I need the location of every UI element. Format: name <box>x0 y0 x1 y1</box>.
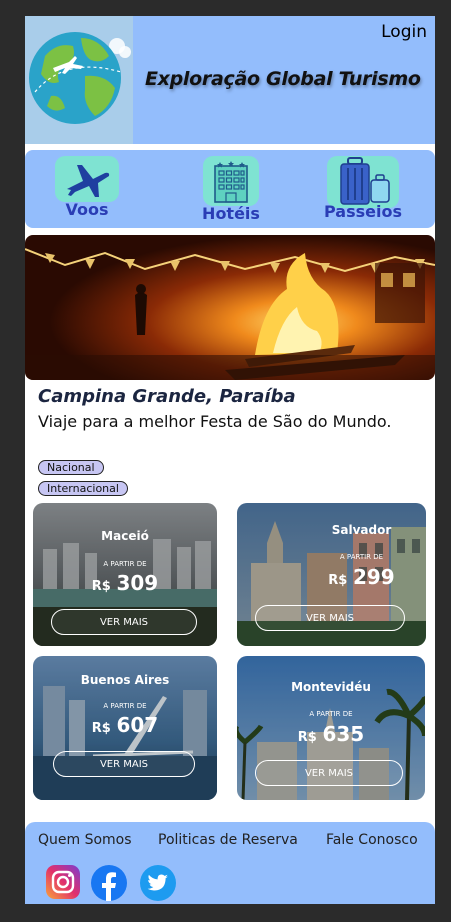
nav-label-voos: Voos <box>65 200 109 219</box>
card-currency-buenos-aires: R$ <box>91 721 111 736</box>
app-screen: Login Exploração Global Turismo Voos Hot… <box>25 16 435 904</box>
ver-mais-button-buenos-aires[interactable]: VER MAIS <box>53 751 195 777</box>
card-city-montevideu: Montevidéu <box>291 680 371 694</box>
card-city-buenos-aires: Buenos Aires <box>80 673 170 687</box>
card-price-montevideu: R$ 635 <box>237 722 425 746</box>
facebook-icon[interactable] <box>90 864 127 901</box>
destination-card-maceio[interactable]: Maceió A PARTIR DE R$ 309 VER MAIS <box>33 503 217 646</box>
category-nav: Voos Hotéis Passeios <box>25 150 435 228</box>
nav-label-hoteis: Hotéis <box>202 204 260 223</box>
nav-item-passeios[interactable]: Passeios <box>318 156 408 221</box>
twitter-icon[interactable] <box>139 864 176 901</box>
ver-mais-button-salvador[interactable]: VER MAIS <box>255 605 405 631</box>
card-city-salvador: Salvador <box>331 523 392 537</box>
card-currency-montevideu: R$ <box>297 730 317 745</box>
airplane-icon <box>55 156 119 202</box>
card-price-salvador: R$ 299 <box>237 565 426 589</box>
card-from-montevideu: A PARTIR DE <box>309 710 353 718</box>
brand-title: Exploração Global Turismo <box>145 68 421 90</box>
card-from-maceio: A PARTIR DE <box>103 560 147 568</box>
card-price-buenos-aires: R$ 607 <box>33 713 217 737</box>
nav-item-voos[interactable]: Voos <box>42 156 132 219</box>
ver-mais-button-montevideu[interactable]: VER MAIS <box>255 760 403 786</box>
card-amount-montevideu: 635 <box>322 722 365 746</box>
hero-subtitle: Viaje para a melhor Festa de São do Mund… <box>38 412 392 431</box>
card-from-salvador: A PARTIR DE <box>339 553 384 561</box>
ver-mais-button-maceio[interactable]: VER MAIS <box>51 609 197 635</box>
hotel-icon <box>203 156 259 206</box>
luggage-icon <box>327 156 399 208</box>
login-link[interactable]: Login <box>381 22 427 42</box>
card-currency-salvador: R$ <box>328 573 348 588</box>
instagram-icon[interactable] <box>45 864 81 900</box>
destination-card-montevideu[interactable]: Montevidéu A PARTIR DE R$ 635 VER MAIS <box>237 656 425 800</box>
card-amount-maceio: 309 <box>116 571 159 595</box>
globe-logo <box>25 16 133 144</box>
nav-label-passeios: Passeios <box>324 202 402 221</box>
footer-link-politicas-reserva[interactable]: Politicas de Reserva <box>158 832 298 848</box>
filter-chip-internacional[interactable]: Internacional <box>38 481 128 496</box>
card-amount-salvador: 299 <box>352 565 395 589</box>
footer-link-quem-somos[interactable]: Quem Somos <box>38 832 132 848</box>
card-currency-maceio: R$ <box>91 579 111 594</box>
footer-link-fale-conosco[interactable]: Fale Conosco <box>326 832 418 848</box>
header: Login Exploração Global Turismo <box>25 16 435 144</box>
card-amount-buenos-aires: 607 <box>116 713 159 737</box>
footer: Quem Somos Politicas de Reserva Fale Con… <box>25 822 435 904</box>
card-price-maceio: R$ 309 <box>33 571 217 595</box>
filter-chip-nacional[interactable]: Nacional <box>38 460 104 475</box>
hero-title: Campina Grande, Paraíba <box>38 386 296 407</box>
nav-item-hoteis[interactable]: Hotéis <box>186 156 276 223</box>
hero-image[interactable] <box>25 235 435 380</box>
destination-card-salvador[interactable]: Salvador A PARTIR DE R$ 299 VER MAIS <box>237 503 426 646</box>
card-city-maceio: Maceió <box>101 529 149 543</box>
card-from-buenos-aires: A PARTIR DE <box>103 702 147 710</box>
destination-card-buenos-aires[interactable]: Buenos Aires A PARTIR DE R$ 607 VER MAIS <box>33 656 217 800</box>
